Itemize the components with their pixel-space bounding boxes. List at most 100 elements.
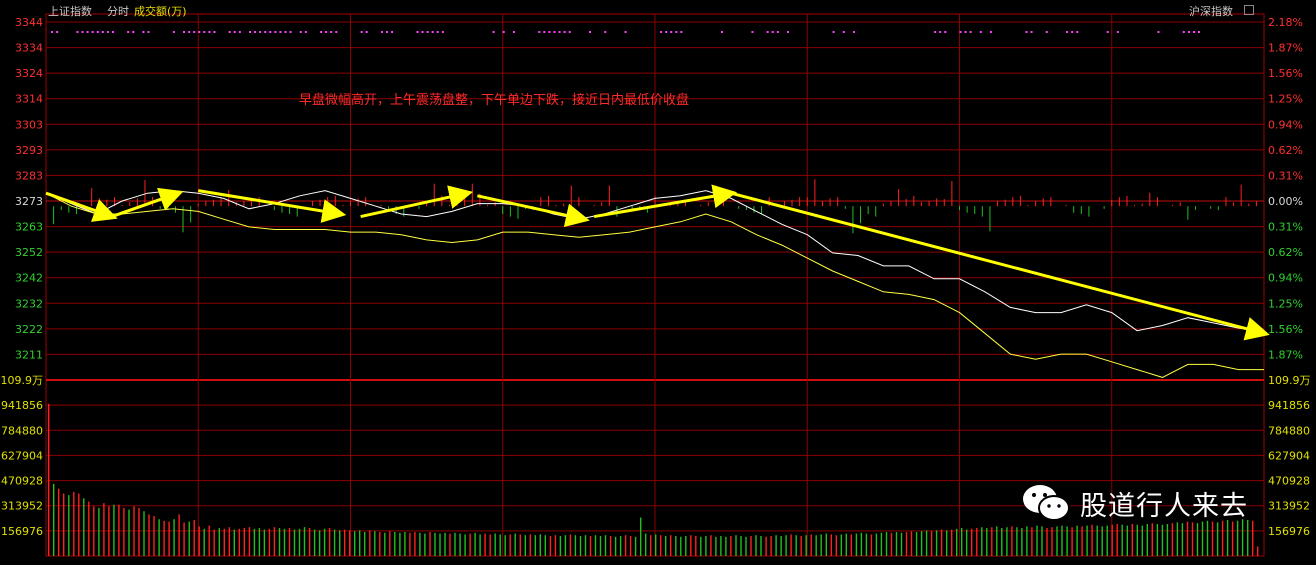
volume-bar-down — [203, 528, 205, 556]
volume-bar-up — [273, 527, 276, 556]
volume-bar-down — [253, 528, 256, 556]
signal-dot — [492, 31, 495, 33]
signal-dot — [279, 31, 282, 33]
volume-bar-down — [1086, 525, 1088, 556]
volume-bar-down — [439, 533, 441, 556]
volume-bar-down — [845, 533, 847, 556]
volume-bar-down — [785, 535, 787, 556]
signal-dot — [304, 31, 307, 33]
volume-bar-down — [434, 532, 436, 556]
volume-bar-down — [825, 533, 827, 556]
volume-bar-down — [318, 530, 321, 556]
volume-bar-up — [1171, 523, 1174, 556]
volume-bar-down — [795, 535, 797, 556]
volume-bar-down — [735, 535, 737, 556]
volume-bar-down — [404, 532, 406, 556]
volume-bar-up — [63, 493, 65, 556]
signal-dot — [720, 31, 723, 33]
signal-dot — [1192, 31, 1195, 33]
volume-bar-up — [1031, 527, 1033, 556]
volume-bar-down — [805, 535, 807, 556]
volume-bar-up — [1191, 522, 1194, 556]
volume-bar-down — [158, 519, 160, 556]
volume-bar-down — [981, 527, 983, 556]
volume-bar-down — [655, 534, 657, 556]
trend-arrow — [730, 191, 1270, 341]
header-scroll-box[interactable] — [1244, 5, 1254, 15]
volume-bar-down — [544, 535, 546, 556]
volume-tick-label-right: 784880 — [1268, 424, 1310, 437]
volume-bar-down — [474, 532, 476, 556]
percent-tick-label: 1.56% — [1268, 323, 1303, 336]
volume-bar-down — [98, 507, 100, 556]
signal-dot — [264, 31, 267, 33]
volume-bar-down — [419, 532, 421, 556]
percent-tick-label: 0.62% — [1268, 246, 1303, 259]
signal-dot — [1198, 31, 1201, 33]
volume-bar-down — [564, 535, 567, 556]
signal-dot — [771, 31, 774, 33]
volume-bar-up — [88, 501, 90, 556]
signal-dot — [51, 31, 54, 33]
volume-bar-up — [138, 507, 140, 556]
signal-dot — [989, 31, 992, 33]
volume-bar-up — [228, 527, 230, 556]
volume-bar-down — [604, 535, 607, 556]
volume-bar-up — [1211, 521, 1214, 556]
percent-tick-label: 0.94% — [1268, 272, 1303, 285]
signal-dot — [660, 31, 663, 33]
signal-dot — [426, 31, 429, 33]
signal-dot — [269, 31, 272, 33]
signal-dot — [365, 31, 368, 33]
volume-bar-up — [1051, 527, 1053, 556]
volume-bar-down — [815, 535, 817, 556]
volume-bar-down — [1226, 520, 1229, 556]
percent-tick-label: 0.31% — [1268, 221, 1303, 234]
volume-bar-down — [584, 535, 587, 556]
volume-bar-up — [890, 532, 893, 556]
volume-bar-down — [559, 536, 562, 556]
signal-dot — [766, 31, 769, 33]
volume-bar-up — [850, 534, 852, 556]
volume-bar-down — [283, 528, 286, 556]
indicator-label[interactable]: 成交额(万) — [134, 3, 187, 19]
volume-bar-up — [238, 528, 240, 556]
volume-bar-down — [614, 536, 617, 556]
volume-bar-up — [1046, 528, 1048, 556]
volume-bar-up — [870, 534, 873, 556]
signal-dot — [665, 31, 668, 33]
volume-bar-down — [1096, 525, 1098, 556]
signal-dot — [842, 31, 845, 33]
volume-bar-down — [574, 535, 577, 556]
chart-canvas: 3344 2.18% 3334 1.87% 3324 1.56% 3314 1.25% 3303… — [1, 13, 1311, 557]
signal-dot — [203, 31, 206, 33]
signal-dot — [558, 31, 561, 33]
market-index-label[interactable]: 沪深指数 — [1189, 3, 1233, 19]
volume-bar-down — [524, 535, 526, 556]
percent-tick-label: 2.18% — [1268, 16, 1303, 29]
signal-dot — [1187, 31, 1190, 33]
price-tick-label: 3344 — [15, 16, 43, 29]
signal-dot — [548, 31, 551, 33]
signal-dot — [183, 31, 186, 33]
volume-bar-down — [1041, 526, 1043, 556]
volume-bar-up — [349, 530, 351, 556]
volume-bar-down — [1176, 522, 1179, 556]
volume-bar-down — [218, 528, 220, 556]
price-tick-label: 3293 — [15, 144, 43, 157]
volume-bar-down — [1006, 527, 1008, 556]
volume-bar-down — [915, 532, 918, 556]
volume-bar-down — [715, 536, 717, 556]
signal-dot — [675, 31, 678, 33]
period-label[interactable]: 分时 — [107, 3, 129, 19]
volume-bar-down — [700, 536, 702, 556]
volume-bar-up — [765, 536, 767, 556]
volume-tick-label-right: 156976 — [1268, 525, 1310, 538]
signal-dot — [111, 31, 114, 33]
signal-dot — [289, 31, 292, 33]
signal-dot — [76, 31, 79, 33]
index-name-label[interactable]: 上证指数 — [48, 3, 92, 19]
volume-bar-down — [996, 526, 998, 556]
price-tick-label: 3273 — [15, 195, 43, 208]
volume-bar-up — [248, 527, 251, 556]
